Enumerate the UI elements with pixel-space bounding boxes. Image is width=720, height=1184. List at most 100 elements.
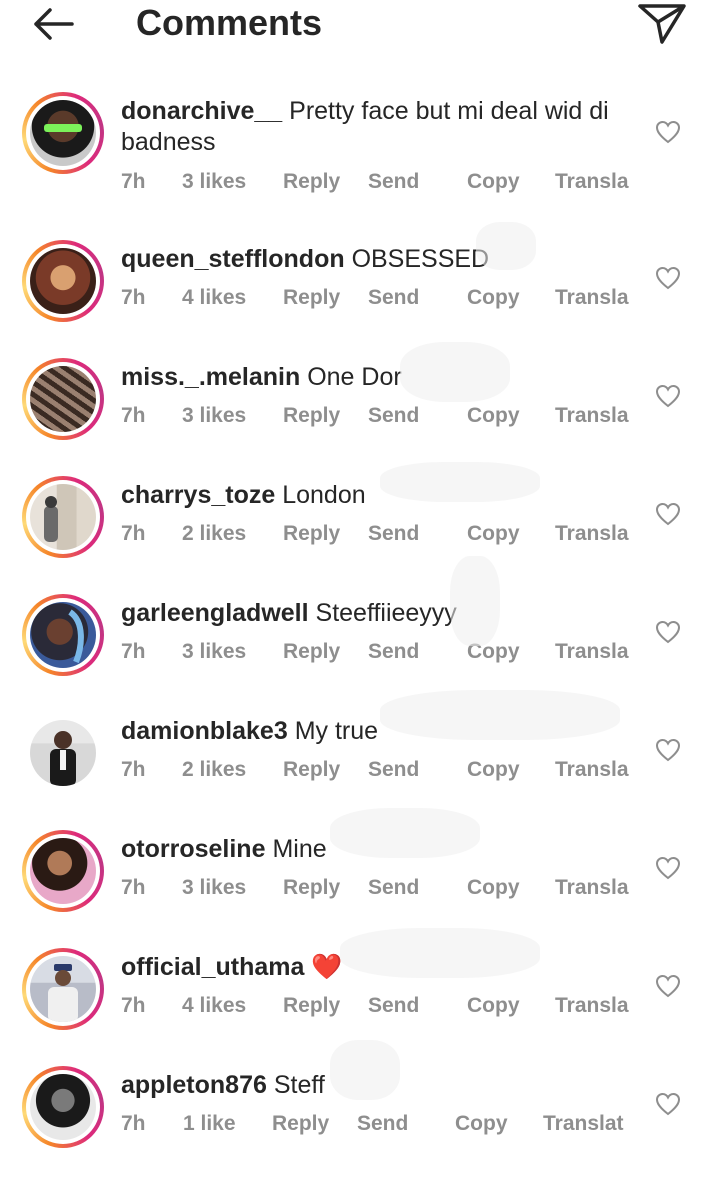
- heart-outline-icon[interactable]: [655, 974, 681, 998]
- avatar-story-ring[interactable]: [22, 476, 104, 558]
- copy-button[interactable]: Copy: [467, 756, 520, 784]
- heart-outline-icon[interactable]: [655, 856, 681, 880]
- heart-outline-icon[interactable]: [655, 120, 681, 144]
- comment-likes[interactable]: 3 likes: [182, 402, 246, 430]
- reply-button[interactable]: Reply: [272, 1110, 329, 1138]
- avatar-story-ring[interactable]: [22, 948, 104, 1030]
- reply-button[interactable]: Reply: [283, 874, 340, 902]
- comment-item: miss._.melanin One Dor 7h 3 likes Reply …: [0, 358, 720, 476]
- comment-item: garleengladwell Steeffiieeyyy 7h 3 likes…: [0, 594, 720, 712]
- send-button[interactable]: Send: [368, 284, 419, 312]
- comment-text: queen_stefflondon OBSESSED: [121, 244, 621, 275]
- avatar: [30, 956, 96, 1022]
- comment-username[interactable]: otorroseline: [121, 835, 265, 863]
- copy-button[interactable]: Copy: [467, 874, 520, 902]
- comment-body: One Dor: [307, 363, 402, 391]
- comment-time: 7h: [121, 640, 146, 663]
- send-button[interactable]: Send: [368, 638, 419, 666]
- copy-button[interactable]: Copy: [455, 1110, 508, 1138]
- heart-outline-icon[interactable]: [655, 266, 681, 290]
- comment-username[interactable]: queen_stefflondon: [121, 245, 345, 273]
- send-button[interactable]: Send: [368, 874, 419, 902]
- reply-button[interactable]: Reply: [283, 402, 340, 430]
- translate-button[interactable]: Translat: [543, 1110, 624, 1138]
- heart-outline-icon[interactable]: [655, 1092, 681, 1116]
- reply-button[interactable]: Reply: [283, 992, 340, 1020]
- comment-time: 7h: [121, 404, 146, 427]
- comment-likes[interactable]: 3 likes: [182, 168, 246, 196]
- send-button[interactable]: Send: [368, 168, 419, 196]
- comment-username[interactable]: garleengladwell: [121, 599, 309, 627]
- copy-button[interactable]: Copy: [467, 402, 520, 430]
- translate-button[interactable]: Transla: [555, 168, 629, 196]
- comment-time: 7h: [121, 286, 146, 309]
- avatar-story-ring[interactable]: [22, 1066, 104, 1148]
- comment-likes[interactable]: 2 likes: [182, 756, 246, 784]
- reply-button[interactable]: Reply: [283, 638, 340, 666]
- comment-likes[interactable]: 1 like: [183, 1110, 236, 1138]
- avatar: [30, 366, 96, 432]
- heart-outline-icon[interactable]: [655, 738, 681, 762]
- comment-username[interactable]: miss._.melanin: [121, 363, 300, 391]
- send-button[interactable]: Send: [357, 1110, 408, 1138]
- comment-body: My true: [294, 717, 379, 745]
- translate-button[interactable]: Transla: [555, 638, 629, 666]
- comment-body: OBSESSED: [351, 245, 490, 273]
- copy-button[interactable]: Copy: [467, 992, 520, 1020]
- comment-meta: 7h 2 likes Reply Send Copy Transla: [121, 756, 641, 784]
- back-arrow-icon[interactable]: [28, 4, 78, 44]
- comment-likes[interactable]: 4 likes: [182, 992, 246, 1020]
- copy-button[interactable]: Copy: [467, 168, 520, 196]
- comment-username[interactable]: damionblake3: [121, 717, 288, 745]
- reply-button[interactable]: Reply: [283, 168, 340, 196]
- comment-time: 7h: [121, 170, 146, 193]
- translate-button[interactable]: Transla: [555, 992, 629, 1020]
- comment-username[interactable]: appleton876: [121, 1071, 267, 1099]
- comment-likes[interactable]: 3 likes: [182, 874, 246, 902]
- smudge-overlay: [380, 462, 540, 502]
- translate-button[interactable]: Transla: [555, 756, 629, 784]
- translate-button[interactable]: Transla: [555, 520, 629, 548]
- reply-button[interactable]: Reply: [283, 284, 340, 312]
- comment-username[interactable]: donarchive__: [121, 97, 282, 125]
- header: Comments: [0, 0, 720, 50]
- comment-likes[interactable]: 4 likes: [182, 284, 246, 312]
- smudge-overlay: [330, 808, 480, 858]
- comment-item: charrys_toze London 7h 2 likes Reply Sen…: [0, 476, 720, 594]
- comment-time: 7h: [121, 1112, 146, 1135]
- smudge-overlay: [476, 222, 536, 270]
- avatar-story-ring[interactable]: [22, 240, 104, 322]
- avatar: [30, 602, 96, 668]
- translate-button[interactable]: Transla: [555, 402, 629, 430]
- send-button[interactable]: Send: [368, 520, 419, 548]
- comment-username[interactable]: charrys_toze: [121, 481, 275, 509]
- avatar-story-ring[interactable]: [22, 358, 104, 440]
- copy-button[interactable]: Copy: [467, 520, 520, 548]
- reply-button[interactable]: Reply: [283, 520, 340, 548]
- comment-likes[interactable]: 3 likes: [182, 638, 246, 666]
- avatar: [30, 100, 96, 166]
- paper-plane-icon[interactable]: [636, 0, 688, 46]
- avatar: [30, 484, 96, 550]
- send-button[interactable]: Send: [368, 402, 419, 430]
- heart-outline-icon[interactable]: [655, 502, 681, 526]
- send-button[interactable]: Send: [368, 756, 419, 784]
- heart-outline-icon[interactable]: [655, 620, 681, 644]
- avatar-story-ring[interactable]: [22, 594, 104, 676]
- comment-username[interactable]: official_uthama: [121, 953, 304, 981]
- comment-likes[interactable]: 2 likes: [182, 520, 246, 548]
- comment-time: 7h: [121, 522, 146, 545]
- send-button[interactable]: Send: [368, 992, 419, 1020]
- translate-button[interactable]: Transla: [555, 284, 629, 312]
- comment-meta: 7h 4 likes Reply Send Copy Transla: [121, 992, 641, 1020]
- heart-outline-icon[interactable]: [655, 384, 681, 408]
- copy-button[interactable]: Copy: [467, 284, 520, 312]
- smudge-overlay: [380, 690, 620, 740]
- avatar-story-ring[interactable]: [22, 92, 104, 174]
- avatar-story-ring[interactable]: [22, 830, 104, 912]
- comment-text: charrys_toze London: [121, 480, 621, 511]
- avatar-container[interactable]: [22, 712, 104, 794]
- reply-button[interactable]: Reply: [283, 756, 340, 784]
- smudge-overlay: [450, 556, 500, 646]
- translate-button[interactable]: Transla: [555, 874, 629, 902]
